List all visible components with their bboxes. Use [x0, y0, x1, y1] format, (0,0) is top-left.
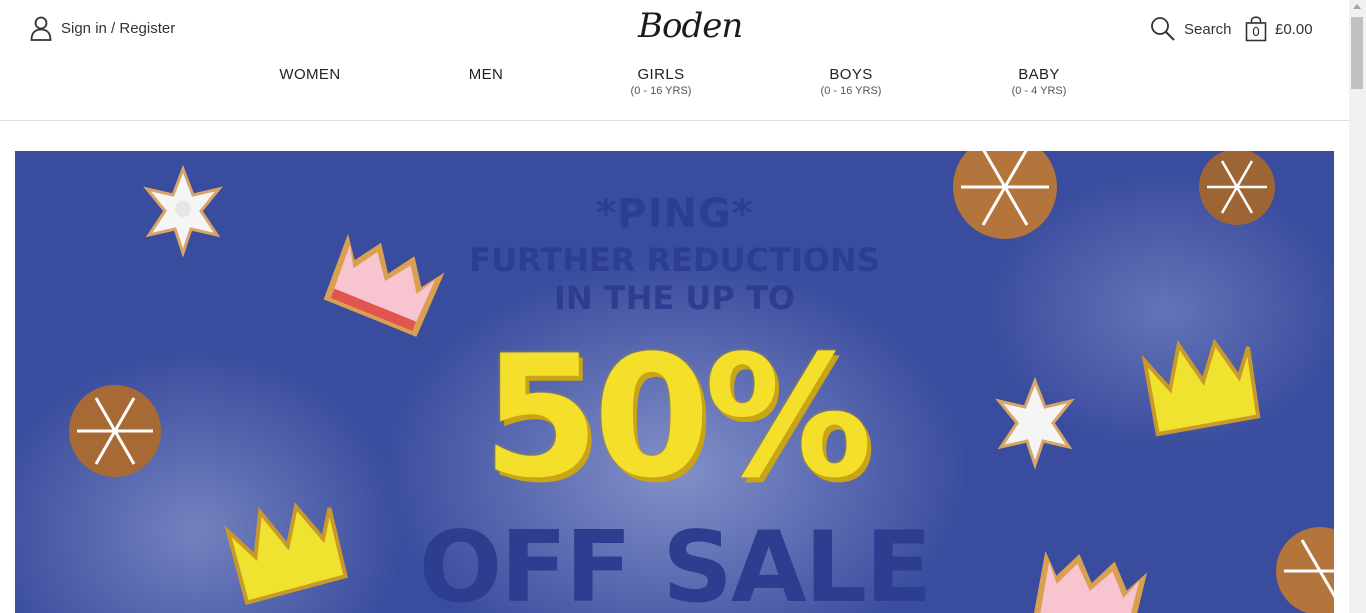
- page-scrollbar[interactable]: [1349, 0, 1366, 613]
- nav-age-range: (0 - 16 YRS): [820, 85, 882, 97]
- scroll-up-arrow-icon[interactable]: [1353, 4, 1361, 9]
- banner-off-sale: OFF SALE: [418, 511, 932, 613]
- nav-baby[interactable]: BABY (0 - 4 YRS): [1012, 66, 1067, 97]
- shopping-bag-button[interactable]: 0 £0.00: [1245, 16, 1313, 42]
- nav-women[interactable]: WOMEN: [279, 66, 340, 83]
- scrollbar-thumb[interactable]: [1351, 17, 1363, 89]
- site-header: Sign in / Register Boden Search 0 £0.00 …: [0, 0, 1349, 121]
- nav-girls[interactable]: GIRLS (0 - 16 YRS): [631, 66, 692, 97]
- banner-percent-off: 50%: [482, 319, 872, 515]
- nav-label: GIRLS: [637, 66, 685, 83]
- bag-count: 0: [1252, 24, 1260, 39]
- nav-men[interactable]: MEN: [469, 66, 504, 83]
- user-icon: [30, 16, 52, 41]
- nav-boys[interactable]: BOYS (0 - 16 YRS): [821, 66, 882, 97]
- nav-age-range: (0 - 4 YRS): [1011, 85, 1067, 97]
- nav-label: WOMEN: [279, 66, 341, 83]
- sale-promo-banner[interactable]: *PING* FURTHER REDUCTIONS IN THE UP TO 5…: [15, 151, 1334, 613]
- nav-label: BABY: [1018, 66, 1060, 83]
- sign-in-label: Sign in / Register: [61, 20, 176, 37]
- bag-total: £0.00: [1275, 20, 1313, 38]
- search-icon: [1151, 17, 1175, 41]
- search-label: Search: [1184, 20, 1232, 38]
- nav-label: MEN: [468, 66, 504, 83]
- banner-ping-text: *PING*: [595, 191, 754, 237]
- nav-label: BOYS: [829, 66, 873, 83]
- sign-in-register-link[interactable]: Sign in / Register: [30, 16, 175, 41]
- boden-logo[interactable]: Boden: [638, 6, 743, 46]
- nav-age-range: (0 - 16 YRS): [630, 85, 692, 97]
- banner-headline-line1: FURTHER REDUCTIONS: [469, 241, 880, 279]
- search-button[interactable]: Search: [1150, 16, 1232, 42]
- banner-headline-line2: IN THE UP TO: [553, 279, 796, 317]
- bag-icon: 0: [1245, 16, 1267, 42]
